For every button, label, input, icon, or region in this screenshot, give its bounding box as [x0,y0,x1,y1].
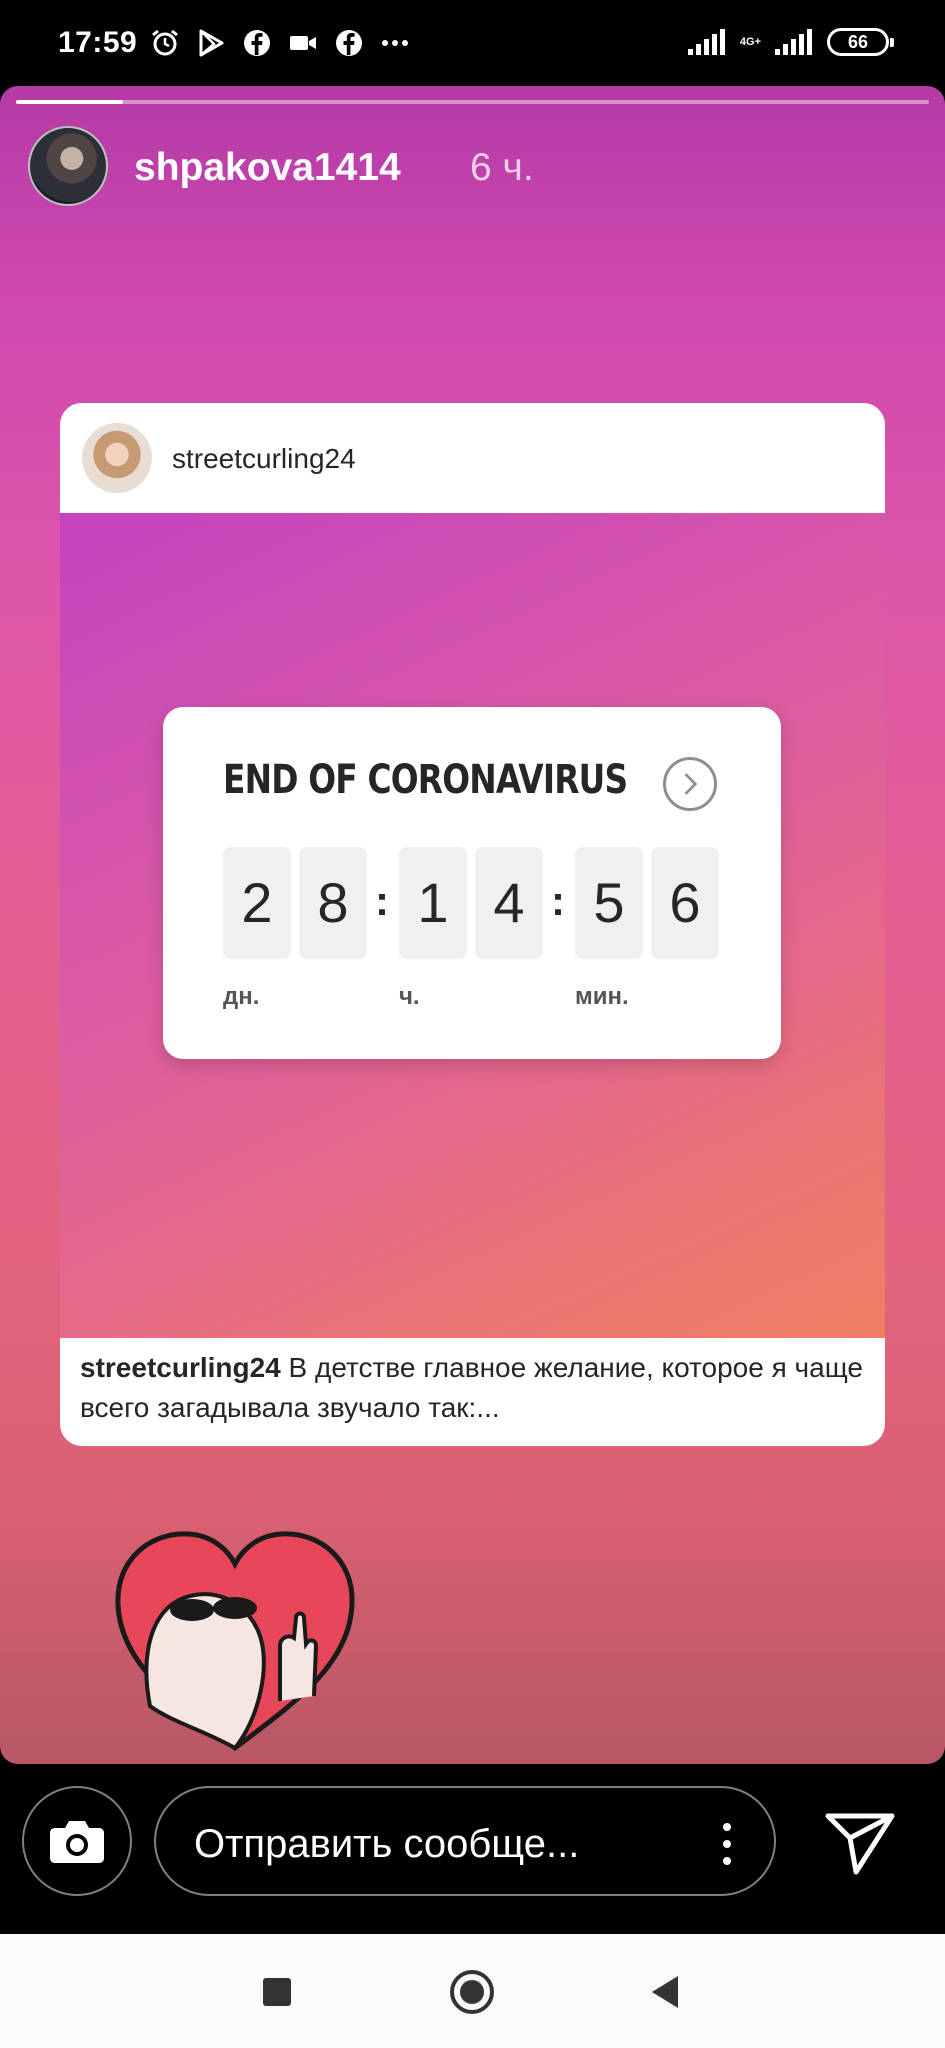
countdown-digit: 5 [575,847,643,959]
system-status: 4G+ 66 [687,24,894,60]
post-author-username[interactable]: streetcurling24 [172,443,356,475]
signal-icon [687,29,725,55]
countdown-separator: : [375,877,389,924]
signal-icon-2 [775,29,812,55]
network-type: 4G+ [739,36,761,48]
recent-apps-button[interactable] [263,1978,291,2006]
navigation-bar [0,1934,945,2048]
countdown-title: END OF CORONAVIRUS [223,757,628,803]
home-button[interactable] [450,1970,494,2014]
more-options-icon[interactable] [722,1822,732,1866]
story-author-avatar[interactable] [28,126,108,206]
heart-sticker[interactable] [110,1526,360,1756]
facebook-messenger-icon [336,30,362,56]
shared-post-card[interactable]: streetcurling24 END OF CORONAVIRUS 2 8 :… [60,403,885,1446]
reply-bar: Отправить сообще... [0,1764,945,1934]
status-bar: 17:59 4G+ 66 [0,0,945,86]
countdown-digit: 6 [651,847,719,959]
message-input[interactable]: Отправить сообще... [154,1786,776,1896]
countdown-separator: : [551,877,565,924]
play-store-icon [199,29,224,57]
story-timestamp: 6 ч. [470,146,534,189]
countdown-unit-minutes: мин. [575,983,629,1010]
chevron-right-icon[interactable] [663,757,717,811]
send-icon[interactable] [820,1808,900,1878]
countdown-unit-hours: ч. [399,983,420,1010]
video-call-icon [290,36,316,50]
post-author-avatar[interactable] [82,423,152,493]
facebook-icon [244,30,270,56]
camera-icon [50,1821,104,1863]
battery-icon: 66 [827,28,894,56]
post-image[interactable]: END OF CORONAVIRUS 2 8 : 1 4 : 5 6 дн. ч… [60,513,885,1338]
status-time: 17:59 [58,26,138,59]
countdown-digit: 2 [223,847,291,959]
countdown-digit: 8 [299,847,367,959]
countdown-digit: 4 [475,847,543,959]
more-notifications-icon [382,40,408,46]
back-button[interactable] [652,1976,678,2008]
countdown-unit-days: дн. [223,983,260,1010]
message-placeholder: Отправить сообще... [194,1822,580,1866]
countdown-digit: 1 [399,847,467,959]
alarm-icon [152,29,178,56]
caption-username: streetcurling24 [80,1352,281,1383]
story-progress-bar [16,100,929,104]
post-caption[interactable]: streetcurling24 В детстве главное желани… [80,1348,870,1428]
story-view[interactable]: shpakova1414 6 ч. streetcurling24 END OF… [0,86,945,1764]
post-header[interactable]: streetcurling24 [60,403,885,513]
story-author-username[interactable]: shpakova1414 [134,146,401,190]
story-progress-fill [16,100,123,104]
countdown-sticker[interactable]: END OF CORONAVIRUS 2 8 : 1 4 : 5 6 дн. ч… [163,707,781,1059]
notification-icons [150,26,410,60]
camera-button[interactable] [22,1786,132,1896]
